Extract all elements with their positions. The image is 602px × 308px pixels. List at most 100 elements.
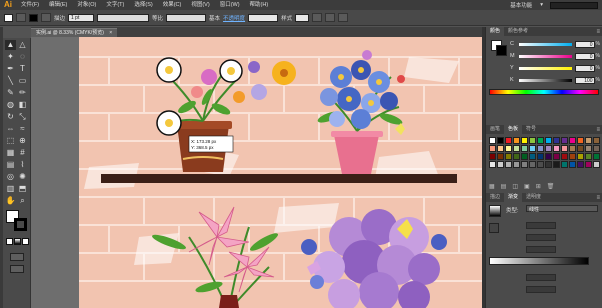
swatch-item[interactable] xyxy=(537,145,544,152)
swatch-item[interactable] xyxy=(553,137,560,144)
color-mode-icon[interactable] xyxy=(6,238,13,245)
none-mode-icon[interactable] xyxy=(22,238,29,245)
canvas-workspace[interactable]: X: 173.28 px Y: 368.5 px xyxy=(31,37,482,308)
tab-swatches[interactable]: 色板 xyxy=(504,125,523,134)
menu-window[interactable]: 窗口(W) xyxy=(215,0,245,10)
opacity-field[interactable] xyxy=(248,13,279,22)
gradient-slider[interactable] xyxy=(489,257,589,265)
swatch-item[interactable] xyxy=(593,161,600,168)
pencil-tool-icon[interactable]: ✏ xyxy=(17,88,28,98)
swatch-item[interactable] xyxy=(593,137,600,144)
swatch-item[interactable] xyxy=(521,161,528,168)
rectangle-tool-icon[interactable]: ▭ xyxy=(17,76,28,86)
align-button[interactable] xyxy=(325,13,336,22)
lasso-tool-icon[interactable]: ◌ xyxy=(17,52,28,62)
warp-tool-icon[interactable]: ≈ xyxy=(17,124,28,134)
gradient-opacity-field[interactable] xyxy=(526,274,556,281)
menu-type[interactable]: 文字(T) xyxy=(101,0,129,10)
swatch-item[interactable] xyxy=(593,145,600,152)
swatch-item[interactable] xyxy=(561,137,568,144)
swatch-item[interactable] xyxy=(529,153,536,160)
swatch-item[interactable] xyxy=(521,145,528,152)
panel-menu-icon[interactable]: ≡ xyxy=(596,29,602,35)
menu-effect[interactable]: 效果(C) xyxy=(158,0,187,10)
swatch-item[interactable] xyxy=(569,161,576,168)
show-kinds-icon[interactable]: ▤ xyxy=(501,183,507,191)
swatch-item[interactable] xyxy=(561,145,568,152)
artboard[interactable]: X: 173.28 px Y: 368.5 px xyxy=(79,37,482,308)
value-field-k[interactable]: 100 xyxy=(575,76,595,84)
swatch-item[interactable] xyxy=(513,145,520,152)
value-field-y[interactable]: 0 xyxy=(575,64,595,72)
swatch-item[interactable] xyxy=(529,137,536,144)
type-tool-icon[interactable]: T xyxy=(17,64,28,74)
swatch-item[interactable] xyxy=(561,153,568,160)
value-field-m[interactable]: 0 xyxy=(575,52,595,60)
scale-tool-icon[interactable]: ⤡ xyxy=(17,112,28,122)
swatch-item[interactable] xyxy=(497,137,504,144)
blob-brush-tool-icon[interactable]: ◍ xyxy=(5,100,16,110)
close-icon[interactable]: × xyxy=(109,30,112,36)
screen-mode-icon[interactable] xyxy=(10,265,24,273)
workspace-label[interactable]: 基本功能 xyxy=(506,1,536,9)
swatch-item[interactable] xyxy=(577,153,584,160)
new-color-group-icon[interactable]: ▣ xyxy=(524,183,530,191)
swatch-item[interactable] xyxy=(553,145,560,152)
gradient-aspect-field[interactable] xyxy=(526,234,556,241)
line-tool-icon[interactable]: ╲ xyxy=(5,76,16,86)
swatch-item[interactable] xyxy=(537,137,544,144)
swatch-item[interactable] xyxy=(505,137,512,144)
swatch-item[interactable] xyxy=(513,137,520,144)
menu-help[interactable]: 帮助(H) xyxy=(245,0,274,10)
tab-gradient[interactable]: 渐变 xyxy=(504,193,523,202)
tab-stroke[interactable]: 描边 xyxy=(486,193,504,202)
gradient-position-field[interactable] xyxy=(526,286,556,293)
hand-tool-icon[interactable]: ✋ xyxy=(5,196,16,206)
style-dropdown[interactable] xyxy=(295,13,310,22)
transform-button[interactable] xyxy=(338,13,349,22)
magic-wand-tool-icon[interactable]: ✦ xyxy=(5,52,16,62)
perspective-grid-tool-icon[interactable]: ▦ xyxy=(5,148,16,158)
swatch-item[interactable] xyxy=(593,153,600,160)
tab-color-guide[interactable]: 颜色参考 xyxy=(504,27,532,36)
pen-tool-icon[interactable]: ✒ xyxy=(5,64,16,74)
gradient-menu-icon[interactable]: ≡ xyxy=(596,195,602,201)
new-swatch-icon[interactable]: ⊞ xyxy=(536,183,541,191)
menu-view[interactable]: 视图(V) xyxy=(186,0,214,10)
swatch-item[interactable] xyxy=(489,137,496,144)
recolor-button[interactable] xyxy=(312,13,323,22)
fill-dropdown[interactable] xyxy=(16,13,26,22)
swatch-item[interactable] xyxy=(505,145,512,152)
symbol-sprayer-tool-icon[interactable]: ✺ xyxy=(17,172,28,182)
fill-swatch[interactable] xyxy=(4,13,13,22)
workspace-dropdown-icon[interactable]: ▾ xyxy=(536,2,547,8)
swatch-item[interactable] xyxy=(569,145,576,152)
swatch-item[interactable] xyxy=(489,153,496,160)
swatch-options-icon[interactable]: ◫ xyxy=(512,183,518,191)
paintbrush-tool-icon[interactable]: ✎ xyxy=(5,88,16,98)
stroke-dropdown[interactable] xyxy=(41,13,51,22)
stroke-width-field[interactable]: 1 pt xyxy=(68,13,95,22)
swatch-item[interactable] xyxy=(505,161,512,168)
selection-tool-icon[interactable]: ▲ xyxy=(5,40,16,50)
swatch-item[interactable] xyxy=(545,153,552,160)
gradient-angle-field[interactable] xyxy=(526,222,556,229)
color-spectrum[interactable] xyxy=(489,89,599,95)
swatch-item[interactable] xyxy=(585,137,592,144)
brush-definition[interactable] xyxy=(166,13,207,22)
swatch-item[interactable] xyxy=(585,153,592,160)
artboard-tool-icon[interactable]: ⬒ xyxy=(17,184,28,194)
swatch-item[interactable] xyxy=(497,145,504,152)
slider-track-m[interactable] xyxy=(518,54,573,58)
swatch-item[interactable] xyxy=(577,145,584,152)
swatch-item[interactable] xyxy=(489,161,496,168)
eraser-tool-icon[interactable]: ◧ xyxy=(17,100,28,110)
swatch-item[interactable] xyxy=(521,137,528,144)
stroke-swatch[interactable] xyxy=(29,13,38,22)
gradient-stroke-icon[interactable] xyxy=(489,223,499,233)
swatch-item[interactable] xyxy=(513,161,520,168)
eyedropper-tool-icon[interactable]: ⌇ xyxy=(17,160,28,170)
swatch-item[interactable] xyxy=(553,161,560,168)
color-stroke-swatch[interactable] xyxy=(496,45,507,56)
search-input[interactable] xyxy=(550,1,598,9)
